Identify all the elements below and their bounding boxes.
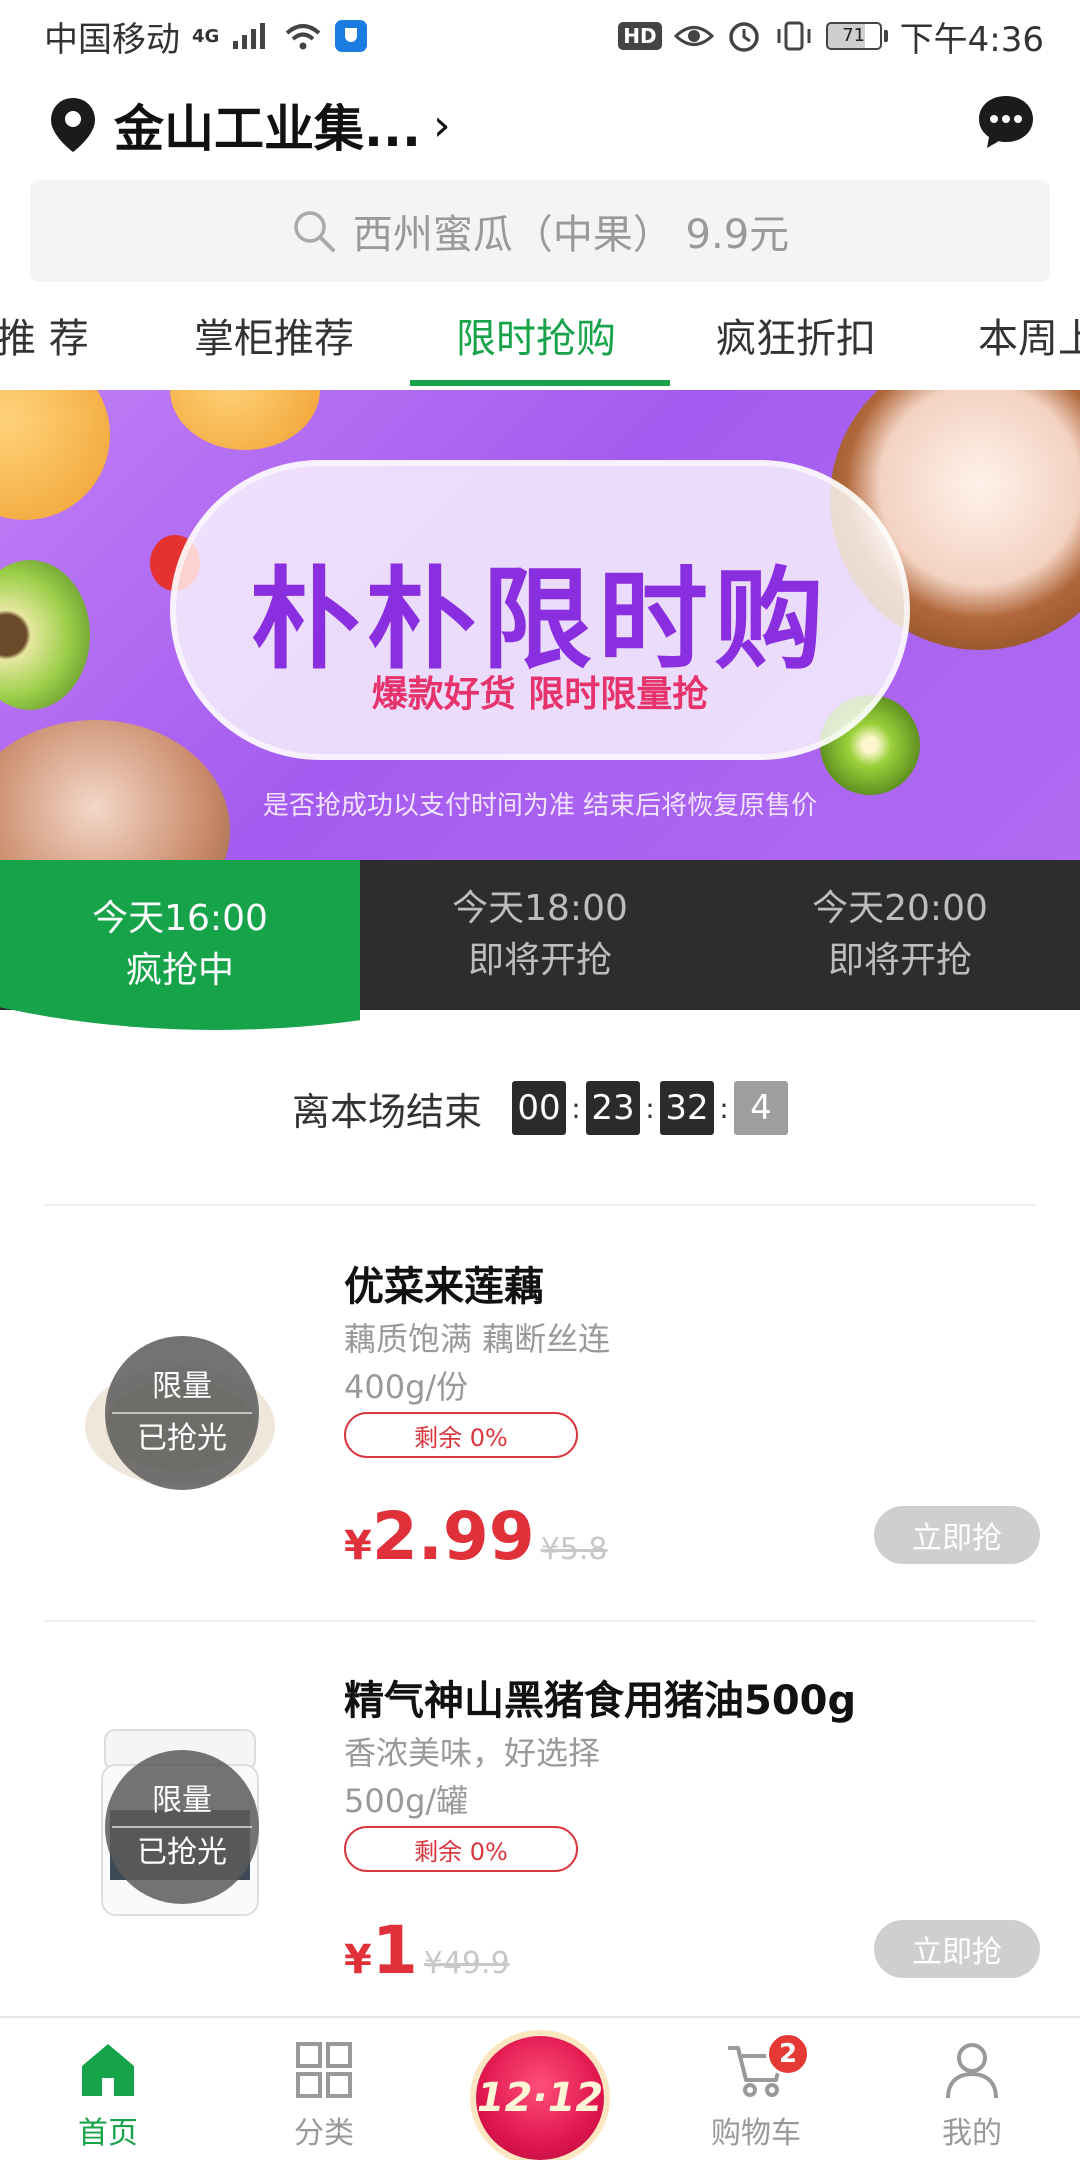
- flash-sale-banner[interactable]: 朴朴限时购 爆款好货 限时限量抢 是否抢成功以支付时间为准 结束后将恢复原售价: [0, 390, 1080, 860]
- orange-image: [170, 390, 320, 450]
- product-spec: 400g/份: [344, 1368, 469, 1406]
- battery-icon: 71: [825, 22, 888, 50]
- home-icon: [82, 2044, 134, 2096]
- signal-icon: [233, 23, 266, 49]
- session-tab-1800[interactable]: 今天18:00 即将开抢: [360, 860, 720, 1010]
- original-price: ¥49.9: [423, 1946, 510, 1981]
- tab-flash-sale[interactable]: 限时抢购: [456, 306, 616, 364]
- product-price: ¥2.99 ¥5.8: [344, 1498, 608, 1575]
- limited-label: 限量: [152, 1369, 212, 1404]
- countdown-hours: 00: [512, 1081, 566, 1135]
- session-time: 今天18:00: [452, 888, 628, 929]
- nav-category[interactable]: 分类: [234, 2038, 414, 2152]
- countdown-separator: :: [645, 1091, 655, 1125]
- clock: 下午4:36: [899, 19, 1044, 60]
- promo-1212-button[interactable]: 12·12: [476, 2036, 604, 2160]
- cart-count-badge: 2: [766, 2032, 810, 2076]
- tab-shopkeeper-recommend[interactable]: 掌柜推荐: [194, 306, 354, 364]
- vibrate-icon: [777, 21, 811, 51]
- banner-notice: 是否抢成功以支付时间为准 结束后将恢复原售价: [262, 791, 818, 821]
- nav-mine-label: 我的: [942, 2116, 1002, 2151]
- countdown-seconds: 32: [660, 1081, 714, 1135]
- nav-mine[interactable]: 我的: [882, 2038, 1062, 2152]
- hd-icon: HD: [618, 22, 662, 50]
- grapefruit-image: [0, 390, 110, 520]
- grid-icon: [296, 2042, 352, 2098]
- session-status: 疯抢中: [125, 950, 234, 991]
- stock-remaining-badge: 剩余 0%: [344, 1826, 578, 1872]
- category-tabs: 推 荐 掌柜推荐 限时抢购 疯狂折扣 本周上新: [0, 296, 1080, 388]
- user-icon: [946, 2043, 998, 2099]
- sold-out-label: 已抢光: [137, 1421, 227, 1456]
- session-status: 即将开抢: [467, 940, 612, 981]
- search-placeholder: 西州蜜瓜（中果） 9.9元: [352, 212, 790, 258]
- product-description: 香浓美味，好选择: [344, 1734, 601, 1772]
- location-pin-icon[interactable]: [48, 96, 98, 154]
- grab-now-button[interactable]: 立即抢: [874, 1506, 1040, 1564]
- original-price: ¥5.8: [540, 1532, 608, 1567]
- nav-home[interactable]: 首页: [18, 2038, 198, 2152]
- eye-icon: [673, 26, 714, 46]
- product-description: 藕质饱满 藕断丝连: [344, 1320, 611, 1358]
- countdown-label: 离本场结束: [291, 1089, 482, 1134]
- search-icon: [294, 211, 335, 252]
- session-selector: 今天16:00 疯抢中 今天18:00 即将开抢 今天20:00 即将开抢: [0, 860, 1080, 1030]
- sold-out-overlay: 限量 已抢光: [105, 1336, 259, 1490]
- tab-crazy-discount[interactable]: 疯狂折扣: [716, 306, 876, 364]
- tab-weekly-new[interactable]: 本周上新: [978, 306, 1080, 364]
- limited-label: 限量: [152, 1783, 212, 1818]
- search-bar[interactable]: 西州蜜瓜（中果） 9.9元: [30, 180, 1050, 282]
- chevron-right-icon[interactable]: ›: [433, 100, 451, 151]
- tab-recommend[interactable]: 推 荐: [0, 306, 89, 364]
- product-name[interactable]: 优菜来莲藕: [344, 1254, 544, 1312]
- security-shield-icon: [335, 20, 368, 52]
- session-time: 今天20:00: [812, 888, 988, 929]
- session-time: 今天16:00: [92, 898, 268, 939]
- network-type: 4G: [192, 25, 220, 47]
- location-header: 金山工业集... ›: [0, 80, 1080, 170]
- countdown-separator: :: [571, 1091, 581, 1125]
- nav-home-label: 首页: [78, 2116, 138, 2151]
- grab-now-button[interactable]: 立即抢: [874, 1920, 1040, 1978]
- wifi-icon: [285, 24, 321, 50]
- session-tab-2000[interactable]: 今天20:00 即将开抢: [720, 860, 1080, 1010]
- carrier-label: 中国移动: [44, 19, 180, 60]
- product-card[interactable]: 限量 已抢光 精气神山黑猪食用猪油500g 香浓美味，好选择 500g/罐 剩余…: [0, 1620, 1080, 2020]
- countdown-timer: 离本场结束 00 : 23 : 32 : 4: [0, 1080, 1080, 1136]
- message-bubble-icon[interactable]: [976, 92, 1036, 152]
- session-tab-1600[interactable]: 今天16:00 疯抢中: [0, 860, 360, 1030]
- product-name[interactable]: 精气神山黑猪食用猪油500g: [344, 1668, 856, 1726]
- nav-cart[interactable]: 2 购物车: [666, 2032, 846, 2152]
- countdown-minutes: 23: [586, 1081, 640, 1135]
- status-bar: 中国移动 4G HD 71 下午4:36: [0, 0, 1080, 72]
- active-tab-indicator: [410, 380, 670, 386]
- nav-cart-label: 购物车: [711, 2116, 801, 2151]
- sold-out-label: 已抢光: [137, 1835, 227, 1870]
- countdown-separator: :: [719, 1091, 729, 1125]
- banner-subtitle: 爆款好货 限时限量抢: [371, 674, 709, 715]
- product-card[interactable]: 限量 已抢光 优菜来莲藕 藕质饱满 藕断丝连 400g/份 剩余 0% ¥2.9…: [0, 1206, 1080, 1606]
- session-status: 即将开抢: [827, 940, 972, 981]
- nav-category-label: 分类: [294, 2116, 354, 2151]
- product-price: ¥1 ¥49.9: [344, 1912, 510, 1989]
- stock-remaining-badge: 剩余 0%: [344, 1412, 578, 1458]
- product-spec: 500g/罐: [344, 1782, 469, 1820]
- countdown-tenths: 4: [734, 1081, 788, 1135]
- location-label[interactable]: 金山工业集...: [114, 89, 421, 161]
- alarm-icon: [728, 22, 759, 52]
- sold-out-overlay: 限量 已抢光: [105, 1750, 259, 1904]
